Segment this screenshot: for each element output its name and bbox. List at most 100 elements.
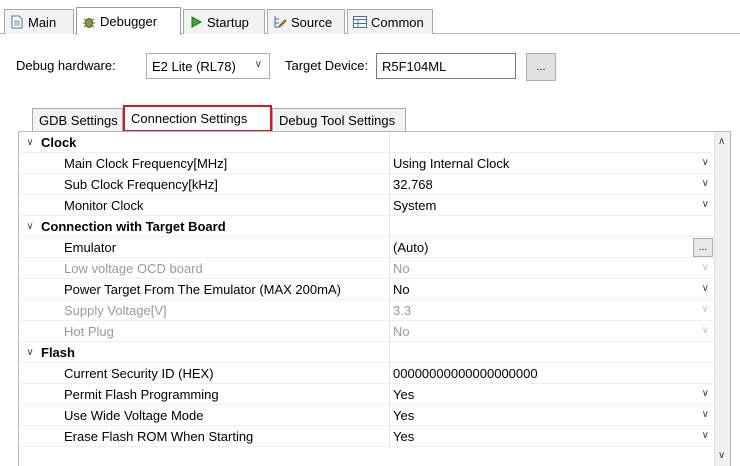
property-row[interactable]: Permit Flash Programming Yes ∨ (19, 384, 715, 405)
property-value-text: System (393, 198, 437, 213)
tab-gdb-settings[interactable]: GDB Settings (32, 108, 123, 132)
tab-main-label: Main (28, 14, 57, 30)
property-value-text: (Auto) (393, 240, 429, 255)
property-value[interactable]: 00000000000000000000 (389, 363, 715, 384)
category-flash[interactable]: ∨ Flash (19, 342, 715, 363)
chevron-down-icon: ∨ (701, 304, 709, 315)
scroll-up-icon[interactable]: ∧ (718, 136, 725, 147)
chevron-down-icon[interactable]: ∨ (702, 199, 709, 210)
property-value-text: Yes (393, 387, 415, 402)
launch-config-tabs: Main Debugger Startup Source Common (0, 0, 740, 35)
property-value-text: 32.768 (393, 177, 433, 192)
category-name: Connection with Target Board (41, 219, 226, 234)
debug-hardware-label: Debug hardware: (16, 58, 116, 73)
chevron-down-icon: ∨ (701, 262, 709, 273)
property-name: Sub Clock Frequency[kHz] (64, 177, 218, 192)
property-row[interactable]: Low voltage OCD board No ∨ (19, 258, 715, 279)
emulator-browse-label: ... (698, 242, 708, 253)
property-row[interactable]: Sub Clock Frequency[kHz] 32.768 ∨ (19, 174, 715, 195)
category-value-cell (389, 342, 715, 363)
browse-button-label: ... (536, 61, 546, 73)
scroll-down-icon[interactable]: ∨ (718, 450, 725, 461)
property-name: Low voltage OCD board (64, 261, 203, 276)
property-value[interactable]: No ∨ (389, 279, 715, 300)
chevron-down-icon[interactable]: ∨ (702, 178, 709, 189)
debug-hardware-value: E2 Lite (RL78) (152, 58, 236, 74)
property-name: Supply Voltage[V] (64, 303, 167, 318)
tab-source-label: Source (291, 14, 333, 30)
target-device-browse-button[interactable]: ... (526, 53, 556, 81)
property-value-text: 3.3 (393, 303, 412, 318)
debug-hardware-row: Debug hardware: E2 Lite (RL78) ∨ Target … (0, 52, 740, 82)
chevron-down-icon[interactable]: ∨ (702, 388, 709, 399)
bug-icon (82, 15, 96, 29)
settings-tabs: GDB Settings Connection Settings Debug T… (0, 104, 740, 132)
category-connection[interactable]: ∨ Connection with Target Board (19, 216, 715, 237)
property-value-text: No (393, 282, 410, 297)
property-name: Emulator (64, 240, 117, 255)
property-value[interactable]: 32.768 ∨ (389, 174, 715, 195)
property-value-text: Yes (393, 408, 415, 423)
property-row[interactable]: Monitor Clock System ∨ (19, 195, 715, 216)
property-value-text: Using Internal Clock (393, 156, 510, 171)
tab-common-label: Common (371, 14, 424, 30)
category-name: Clock (41, 135, 77, 150)
chevron-down-icon[interactable]: ∨ (702, 409, 709, 420)
category-clock[interactable]: ∨ Clock (19, 132, 715, 153)
property-value: No ∨ (389, 258, 715, 279)
document-icon (10, 15, 24, 29)
tab-debugger-label: Debugger (100, 14, 158, 29)
chevron-down-icon: ∨ (701, 325, 709, 336)
property-value[interactable]: Using Internal Clock ∨ (389, 153, 715, 174)
chevron-down-icon[interactable]: ∨ (23, 217, 37, 235)
debug-hardware-select[interactable]: E2 Lite (RL78) ∨ (146, 53, 270, 79)
property-value[interactable]: System ∨ (389, 195, 715, 216)
property-name: Monitor Clock (64, 198, 144, 213)
chevron-down-icon[interactable]: ∨ (702, 283, 709, 294)
property-row[interactable]: Main Clock Frequency[MHz] Using Internal… (19, 153, 715, 174)
target-device-field[interactable]: R5F104ML (376, 53, 516, 79)
chevron-down-icon[interactable]: ∨ (23, 133, 37, 151)
property-grid: ∨ Clock Main Clock Frequency[MHz] Using … (18, 131, 731, 466)
tab-gdb-settings-label: GDB Settings (39, 113, 118, 128)
property-value[interactable]: Yes ∨ (389, 384, 715, 405)
property-value[interactable]: (Auto)... (389, 237, 715, 258)
tab-debugger[interactable]: Debugger (76, 7, 181, 35)
category-name: Flash (41, 345, 75, 360)
chevron-down-icon: ∨ (254, 59, 262, 70)
property-value[interactable]: Yes ∨ (389, 405, 715, 426)
tab-common[interactable]: Common (347, 9, 433, 34)
chevron-down-icon[interactable]: ∨ (23, 343, 37, 361)
property-row[interactable]: Hot Plug No ∨ (19, 321, 715, 342)
property-value-text: No (393, 261, 410, 276)
tab-debug-tool-settings[interactable]: Debug Tool Settings (272, 108, 406, 132)
property-name: Power Target From The Emulator (MAX 200m… (64, 282, 341, 297)
vertical-scrollbar[interactable]: ∧ ∨ (714, 132, 730, 466)
property-row[interactable]: Power Target From The Emulator (MAX 200m… (19, 279, 715, 300)
property-value[interactable]: Yes ∨ (389, 426, 715, 447)
emulator-browse-button[interactable]: ... (693, 238, 713, 257)
property-row[interactable]: Emulator (Auto)... (19, 237, 715, 258)
property-row[interactable]: Erase Flash ROM When Starting Yes ∨ (19, 426, 715, 447)
source-lookup-icon (273, 15, 287, 29)
target-device-value: R5F104ML (382, 58, 447, 74)
property-name: Permit Flash Programming (64, 387, 219, 402)
property-name: Erase Flash ROM When Starting (64, 429, 254, 444)
tab-source[interactable]: Source (267, 9, 345, 34)
property-row[interactable]: Supply Voltage[V] 3.3 ∨ (19, 300, 715, 321)
table-icon (353, 15, 367, 29)
property-row[interactable]: Use Wide Voltage Mode Yes ∨ (19, 405, 715, 426)
property-name: Use Wide Voltage Mode (64, 408, 204, 423)
chevron-down-icon[interactable]: ∨ (702, 157, 709, 168)
property-value-text: 00000000000000000000 (393, 366, 538, 381)
tab-connection-settings[interactable]: Connection Settings (123, 105, 272, 132)
tab-startup[interactable]: Startup (183, 9, 265, 34)
property-row[interactable]: Current Security ID (HEX) 00000000000000… (19, 363, 715, 384)
tab-main[interactable]: Main (4, 9, 74, 34)
chevron-down-icon[interactable]: ∨ (702, 430, 709, 441)
property-value-text: Yes (393, 429, 415, 444)
tab-startup-label: Startup (207, 14, 249, 30)
property-value: No ∨ (389, 321, 715, 342)
tab-connection-settings-label: Connection Settings (131, 111, 248, 126)
tab-debug-tool-settings-label: Debug Tool Settings (279, 113, 396, 128)
